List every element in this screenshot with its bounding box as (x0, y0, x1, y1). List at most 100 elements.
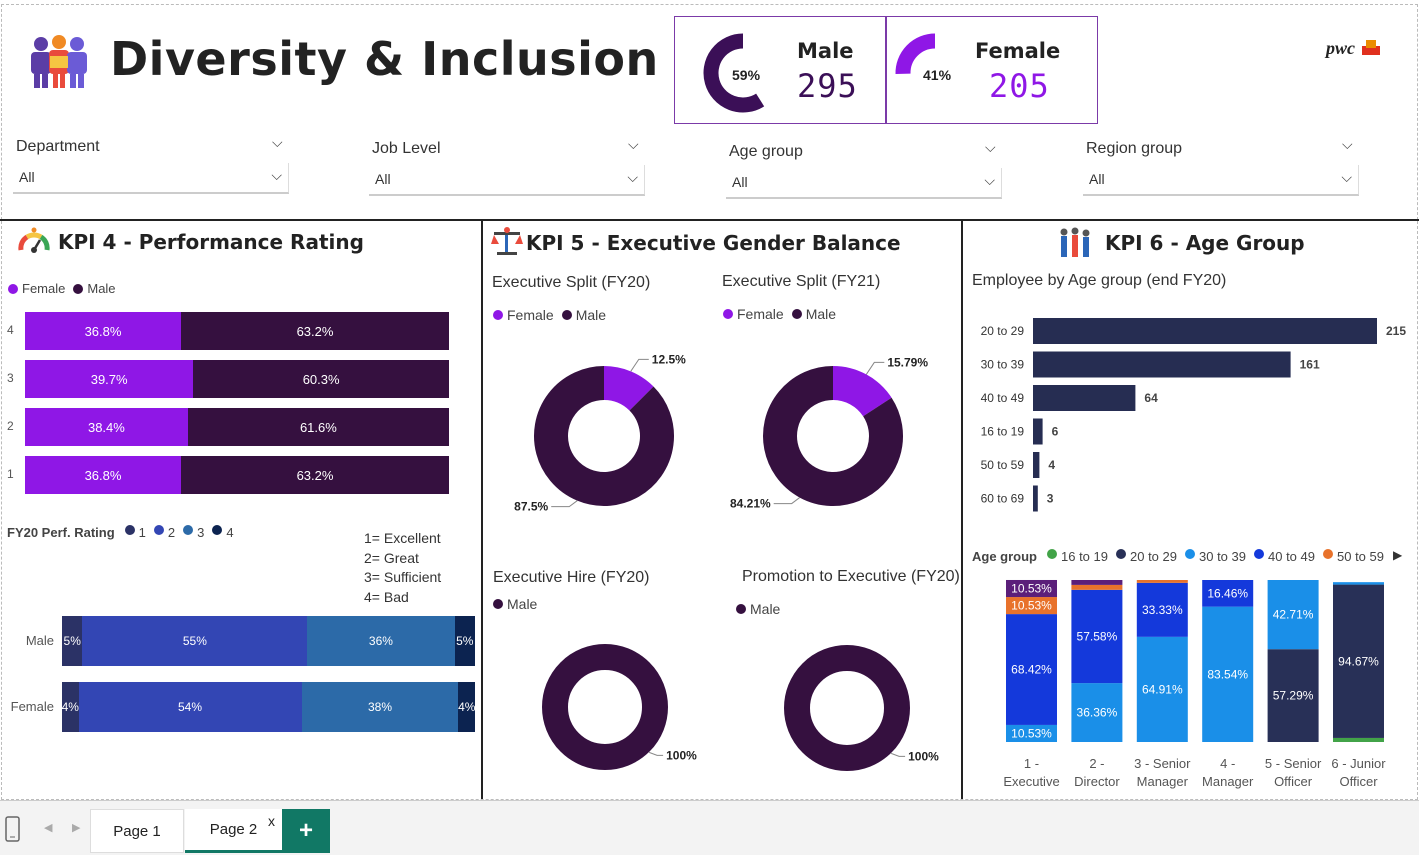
age-stack-label: 83.54% (1207, 667, 1248, 681)
prev-page-icon[interactable]: ◀ (44, 821, 52, 834)
rating-segment-4: 4% (458, 682, 475, 732)
age-stack-label: 10.53% (1011, 726, 1052, 740)
next-page-icon[interactable]: ▶ (72, 821, 80, 834)
perf-row: 1 36.8% 63.2% (7, 456, 452, 494)
legend-dot-male (791, 309, 802, 319)
donut-leader-line (773, 497, 800, 505)
age-stack-label: 57.29% (1273, 689, 1314, 703)
close-tab-icon[interactable]: x (268, 813, 275, 829)
male-card[interactable]: 59% Male 295 (674, 16, 886, 124)
tab-page-1[interactable]: Page 1 (90, 809, 184, 853)
exec-split-fy20-title: Executive Split (FY20) (492, 274, 651, 291)
slicer-value: All (1089, 171, 1105, 187)
perf-segment-male: 63.2% (181, 312, 449, 350)
perf-category-label: 1 (7, 467, 14, 481)
slicer-label-3: Region group (1086, 140, 1183, 157)
donut-data-label: 12.5% (652, 352, 686, 366)
rating-segment-1: 4% (62, 682, 79, 732)
age-stack-label: 10.53% (1011, 582, 1052, 596)
rating-segment-4: 5% (454, 616, 475, 666)
slicer-dropdown-1[interactable]: All ⌵ (369, 165, 645, 195)
perf-segment-male: 61.6% (187, 408, 449, 446)
age-stack-label: 36.36% (1077, 706, 1118, 720)
age-category-label: 50 to 59 (981, 458, 1025, 472)
age-bar-value: 64 (1144, 391, 1158, 405)
rating-segment-1: 5% (62, 616, 83, 666)
slicer-dropdown-2[interactable]: All ⌵ (726, 168, 1002, 198)
legend-dot (183, 525, 194, 535)
donut-leader-line (865, 361, 885, 375)
perf-legend-label: 1 (138, 525, 146, 540)
perf-row: 2 38.4% 61.6% (7, 408, 452, 446)
rating-segment-2: 54% (78, 682, 302, 732)
note-2: 2= Great (364, 549, 419, 566)
age-bar (1033, 452, 1040, 478)
age-people-icon (1058, 227, 1092, 264)
slicer-collapse-icon[interactable]: ⌵ (628, 136, 639, 153)
slicer-collapse-icon[interactable]: ⌵ (1342, 136, 1353, 153)
age-bar-value: 161 (1300, 358, 1320, 372)
age-bar-value: 3 (1047, 492, 1054, 506)
female-card[interactable]: 41% Female 205 (886, 16, 1098, 124)
perf-segment-female: 36.8% (25, 456, 182, 494)
gauge-icon (18, 226, 50, 261)
slicer-label-1: Job Level (372, 140, 441, 157)
age-group-bar-chart: 20 to 29 21530 to 39 16140 to 49 6416 to 19… (981, 318, 1406, 512)
age-legend-label: 30 to 39 (1199, 549, 1246, 564)
chevron-down-icon: ⌵ (984, 172, 995, 188)
age-by-level-chart: 10.53% 68.42% 10.53% 10.53% 1 - Executive 36.3… (1003, 579, 1386, 789)
donut-slice-female (832, 366, 892, 418)
legend-dot (212, 525, 223, 535)
mobile-layout-icon[interactable] (4, 815, 22, 848)
perf-row: 4 36.8% 63.2% (7, 312, 452, 350)
age-stack-segment (1071, 580, 1123, 585)
level-axis-label: Executive (1003, 774, 1059, 789)
level-axis-label: Officer (1339, 774, 1378, 789)
slicer-collapse-icon[interactable]: ⌵ (272, 134, 283, 151)
level-axis-label: Manager (1137, 774, 1189, 789)
legend-male: Male (575, 307, 607, 323)
slicer-dropdown-0[interactable]: All ⌵ (13, 163, 289, 193)
age-legend-label: 16 to 19 (1061, 549, 1108, 564)
slicer-value: All (732, 174, 748, 190)
legend-dot (124, 525, 135, 535)
age-stack-segment (1333, 737, 1384, 742)
legend-next-icon[interactable]: ▶ (1393, 548, 1402, 562)
rating-segment-3: 36% (307, 616, 455, 666)
age-bar (1033, 351, 1291, 378)
add-page-button[interactable]: + (282, 809, 330, 853)
age-category-label: 60 to 69 (981, 492, 1025, 506)
female-pct: 41% (923, 67, 952, 83)
age-subtitle: Employee by Age group (end FY20) (972, 272, 1227, 289)
legend-female: Female (22, 281, 66, 296)
legend-male: Male (805, 306, 837, 322)
slicer-dropdown-3[interactable]: All ⌵ (1083, 165, 1359, 195)
note-3: 3= Sufficient (364, 569, 442, 585)
age-bar-value: 4 (1048, 458, 1055, 472)
male-pct: 59% (732, 67, 761, 83)
donut-slice-female (603, 366, 654, 412)
age-stack-segment (1136, 580, 1188, 583)
legend-dot-female (723, 309, 733, 319)
donut-leader-line (630, 358, 649, 372)
tab-page-1-label: Page 1 (113, 822, 161, 840)
kpi6-title: KPI 6 - Age Group (1105, 231, 1305, 255)
gender-label: Female (10, 699, 54, 714)
age-stack-segment (1071, 584, 1123, 590)
age-bar (1033, 318, 1377, 344)
page-tab-bar: ◀ ▶ Page 1 Page 2 x + (0, 800, 1419, 855)
age-bar (1033, 385, 1136, 411)
slicer-collapse-icon[interactable]: ⌵ (985, 139, 996, 156)
age-legend-dot (1116, 549, 1126, 559)
perf-segment-female: 36.8% (25, 312, 182, 350)
level-axis-label: Manager (1202, 774, 1254, 789)
kpi4-legend: Female Male (8, 281, 116, 296)
executive-donut-charts: 12.5% 87.5% 15.79% 84.21% 100% 100% (514, 352, 939, 771)
tab-page-2-label: Page 2 (209, 821, 258, 838)
perf-legend-title: FY20 Perf. Rating (7, 525, 115, 540)
rating-segment-2: 55% (82, 616, 308, 666)
gender-label: Male (25, 633, 54, 648)
page-title: Diversity & Inclusion (110, 32, 659, 86)
perf-bar: 38.4% 61.6% (25, 408, 449, 446)
level-axis-label: 1 - (1024, 756, 1039, 771)
